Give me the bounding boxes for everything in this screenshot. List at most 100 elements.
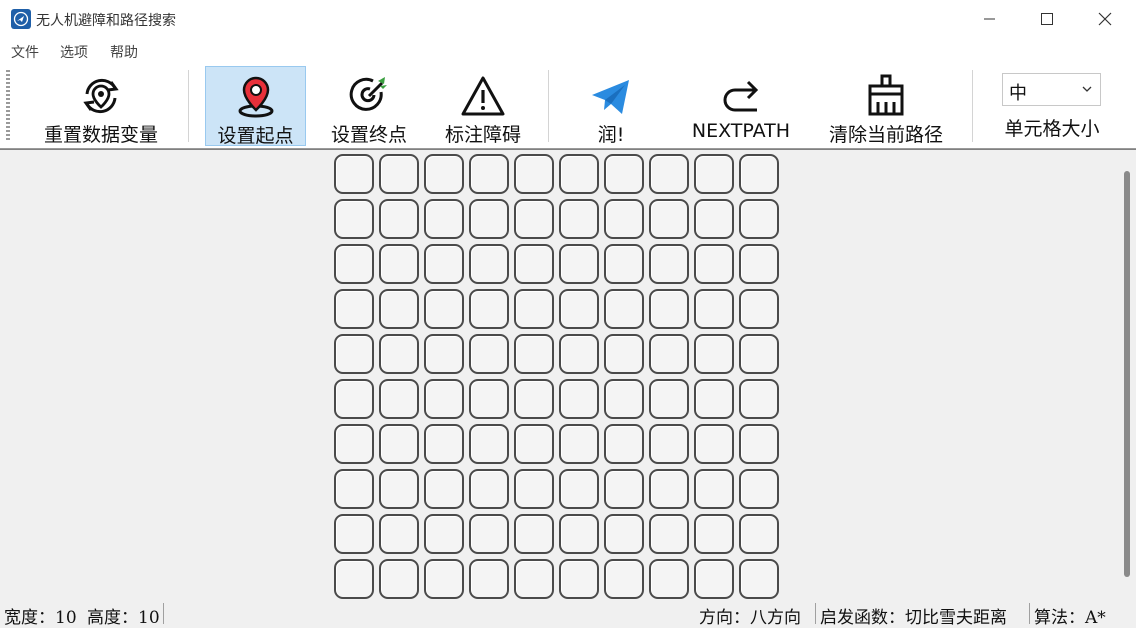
close-button[interactable] [1076, 0, 1134, 38]
grid-cell[interactable] [379, 424, 419, 464]
mark-obstacle-button[interactable]: 标注障碍 [432, 66, 534, 146]
grid-cell[interactable] [469, 289, 509, 329]
grid-cell[interactable] [694, 424, 734, 464]
grid-cell[interactable] [514, 154, 554, 194]
grid-cell[interactable] [604, 514, 644, 554]
grid-cell[interactable] [559, 289, 599, 329]
grid-cell[interactable] [334, 379, 374, 419]
grid-cell[interactable] [649, 244, 689, 284]
cell-size-select[interactable]: 中 [1002, 73, 1101, 106]
grid-cell[interactable] [694, 244, 734, 284]
grid-cell[interactable] [424, 469, 464, 509]
grid-cell[interactable] [424, 379, 464, 419]
grid-cell[interactable] [649, 334, 689, 374]
grid-cell[interactable] [649, 379, 689, 419]
grid-cell[interactable] [379, 469, 419, 509]
grid-cell[interactable] [739, 559, 779, 599]
grid-cell[interactable] [514, 469, 554, 509]
grid-cell[interactable] [379, 514, 419, 554]
grid-cell[interactable] [469, 469, 509, 509]
grid-cell[interactable] [514, 379, 554, 419]
grid-cell[interactable] [739, 334, 779, 374]
grid-cell[interactable] [469, 514, 509, 554]
grid-cell[interactable] [469, 154, 509, 194]
vertical-scrollbar[interactable] [1118, 151, 1136, 600]
grid-cell[interactable] [739, 244, 779, 284]
grid-cell[interactable] [334, 514, 374, 554]
grid-cell[interactable] [334, 154, 374, 194]
grid-cell[interactable] [424, 199, 464, 239]
grid-cell[interactable] [334, 559, 374, 599]
grid-cell[interactable] [649, 289, 689, 329]
grid-cell[interactable] [604, 334, 644, 374]
grid-cell[interactable] [739, 469, 779, 509]
grid-cell[interactable] [424, 334, 464, 374]
grid-cell[interactable] [739, 514, 779, 554]
grid-cell[interactable] [334, 289, 374, 329]
maximize-button[interactable] [1018, 0, 1076, 38]
grid-cell[interactable] [334, 244, 374, 284]
grid-cell[interactable] [739, 424, 779, 464]
clear-path-button[interactable]: 清除当前路径 [818, 66, 954, 146]
grid-cell[interactable] [559, 514, 599, 554]
grid-cell[interactable] [559, 469, 599, 509]
grid-cell[interactable] [514, 289, 554, 329]
grid-cell[interactable] [649, 154, 689, 194]
grid-cell[interactable] [604, 469, 644, 509]
minimize-button[interactable] [960, 0, 1018, 38]
grid-cell[interactable] [739, 379, 779, 419]
grid-cell[interactable] [604, 244, 644, 284]
grid-cell[interactable] [694, 559, 734, 599]
grid-cell[interactable] [469, 559, 509, 599]
menu-file[interactable]: 文件 [11, 42, 39, 62]
grid-cell[interactable] [424, 289, 464, 329]
set-end-button[interactable]: 设置终点 [318, 66, 420, 146]
grid-cell[interactable] [514, 424, 554, 464]
grid-cell[interactable] [559, 334, 599, 374]
grid-cell[interactable] [469, 379, 509, 419]
grid-cell[interactable] [379, 559, 419, 599]
grid-cell[interactable] [514, 559, 554, 599]
grid-cell[interactable] [424, 514, 464, 554]
toolbar-grip[interactable] [6, 70, 10, 142]
grid-cell[interactable] [694, 469, 734, 509]
grid-cell[interactable] [424, 244, 464, 284]
grid-cell[interactable] [469, 334, 509, 374]
grid-cell[interactable] [424, 559, 464, 599]
grid-cell[interactable] [334, 424, 374, 464]
grid-cell[interactable] [649, 199, 689, 239]
grid-cell[interactable] [694, 199, 734, 239]
grid-cell[interactable] [379, 244, 419, 284]
grid-cell[interactable] [559, 154, 599, 194]
grid-cell[interactable] [514, 514, 554, 554]
grid-cell[interactable] [694, 379, 734, 419]
next-path-button[interactable]: NEXTPATH [678, 66, 804, 146]
grid-cell[interactable] [379, 154, 419, 194]
grid-cell[interactable] [379, 199, 419, 239]
grid-cell[interactable] [334, 334, 374, 374]
grid-cell[interactable] [334, 199, 374, 239]
menu-help[interactable]: 帮助 [110, 42, 138, 62]
grid-cell[interactable] [604, 559, 644, 599]
grid-cell[interactable] [514, 199, 554, 239]
grid-cell[interactable] [739, 199, 779, 239]
grid-cell[interactable] [604, 379, 644, 419]
grid-cell[interactable] [559, 559, 599, 599]
grid-cell[interactable] [514, 244, 554, 284]
grid-cell[interactable] [514, 334, 554, 374]
grid-cell[interactable] [694, 289, 734, 329]
grid-cell[interactable] [379, 334, 419, 374]
grid-cell[interactable] [604, 199, 644, 239]
reset-data-button[interactable]: 重置数据变量 [22, 66, 180, 146]
grid-cell[interactable] [739, 154, 779, 194]
grid-cell[interactable] [559, 424, 599, 464]
grid-cell[interactable] [379, 289, 419, 329]
grid-cell[interactable] [604, 424, 644, 464]
grid-cell[interactable] [559, 244, 599, 284]
grid-cell[interactable] [424, 154, 464, 194]
run-button[interactable]: 润! [566, 66, 656, 146]
grid-cell[interactable] [649, 424, 689, 464]
grid-cell[interactable] [424, 424, 464, 464]
grid-cell[interactable] [469, 424, 509, 464]
grid-cell[interactable] [379, 379, 419, 419]
